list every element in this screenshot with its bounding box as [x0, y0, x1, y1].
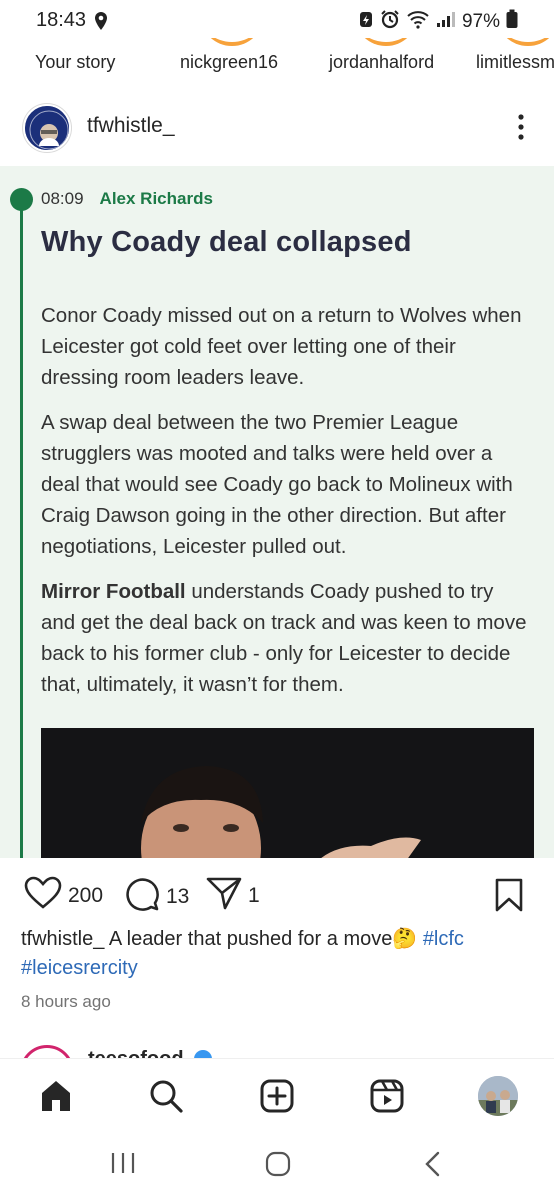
- battery-percent: 97%: [461, 10, 500, 32]
- signal-icon: [436, 10, 456, 33]
- status-icons: 97%: [358, 9, 518, 34]
- comment-action[interactable]: 13: [124, 876, 189, 917]
- post-actions: 200 13 1: [0, 868, 554, 918]
- recent-apps-icon[interactable]: [110, 1150, 136, 1181]
- home-button-icon[interactable]: [264, 1150, 292, 1183]
- system-nav: [0, 1132, 554, 1200]
- post-header: tfwhistle_: [0, 100, 554, 156]
- article-author: Alex Richards: [99, 189, 213, 208]
- next-post-avatar[interactable]: [20, 1045, 74, 1058]
- article-source: Mirror Football: [41, 580, 186, 603]
- caption-username[interactable]: tfwhistle_: [21, 928, 104, 950]
- alarm-icon: [380, 9, 400, 34]
- bottom-nav: [0, 1058, 554, 1132]
- timeline-line: [20, 200, 23, 858]
- story-ring: [354, 38, 418, 46]
- article-paragraph: Conor Coady missed out on a return to Wo…: [41, 304, 522, 389]
- avatar[interactable]: [478, 1076, 518, 1116]
- search-icon[interactable]: [146, 1076, 186, 1116]
- post-username[interactable]: tfwhistle_: [87, 114, 175, 138]
- article-meta: 08:09 Alex Richards: [41, 189, 213, 209]
- story-label[interactable]: jordanhalford: [329, 52, 434, 73]
- plus-square-icon[interactable]: [257, 1076, 297, 1116]
- location-icon: [94, 11, 108, 36]
- verified-badge-icon: [194, 1050, 212, 1058]
- post-caption: tfwhistle_ A leader that pushed for a mo…: [21, 925, 536, 983]
- status-time: 18:43: [36, 9, 87, 31]
- bookmark-icon[interactable]: [494, 878, 524, 917]
- story-ring: [496, 38, 554, 46]
- share-count[interactable]: 1: [248, 884, 260, 908]
- home-icon[interactable]: [36, 1076, 76, 1116]
- post-avatar[interactable]: [23, 104, 71, 152]
- story-label[interactable]: nickgreen16: [180, 52, 278, 73]
- more-options-icon[interactable]: [514, 112, 528, 142]
- article-headline: Why Coady deal collapsed: [41, 226, 412, 258]
- article-paragraph: Mirror Football understands Coady pushed…: [41, 576, 531, 700]
- hashtag[interactable]: #leicesrercity: [21, 957, 138, 979]
- post-media[interactable]: 08:09 Alex Richards Why Coady deal collap…: [0, 166, 554, 858]
- like-count[interactable]: 200: [68, 884, 103, 908]
- send-icon[interactable]: [206, 876, 242, 915]
- comment-icon[interactable]: [124, 876, 160, 917]
- next-post-username[interactable]: teesofood: [88, 1048, 184, 1058]
- article-photo: [41, 728, 534, 858]
- stories-strip[interactable]: Your story nickgreen16 jordanhalford lim…: [0, 38, 554, 90]
- back-icon[interactable]: [422, 1150, 444, 1183]
- profile-avatar[interactable]: [478, 1076, 518, 1116]
- share-action[interactable]: 1: [206, 876, 260, 915]
- article-body: Conor Coady missed out on a return to Wo…: [41, 300, 531, 714]
- timeline-dot: [10, 188, 33, 211]
- battery-icon: [506, 9, 518, 34]
- story-label[interactable]: limitlessm: [476, 52, 554, 73]
- post-timestamp: 8 hours ago: [21, 992, 111, 1011]
- article-paragraph: A swap deal between the two Premier Leag…: [41, 411, 513, 558]
- heart-icon[interactable]: [24, 876, 62, 915]
- story-ring: [200, 38, 264, 46]
- caption-text: A leader that pushed for a move🤔: [104, 928, 423, 950]
- story-label-your-story[interactable]: Your story: [35, 52, 115, 73]
- reels-icon[interactable]: [367, 1076, 407, 1116]
- next-post-header[interactable]: teesofood: [0, 1040, 554, 1058]
- battery-saver-icon: [358, 9, 374, 34]
- wifi-icon: [406, 9, 430, 34]
- status-bar: 18:43 97%: [0, 0, 554, 42]
- comment-count[interactable]: 13: [166, 885, 189, 909]
- article-time: 08:09: [41, 189, 84, 208]
- hashtag[interactable]: #lcfc: [423, 928, 464, 950]
- like-action[interactable]: 200: [24, 876, 103, 915]
